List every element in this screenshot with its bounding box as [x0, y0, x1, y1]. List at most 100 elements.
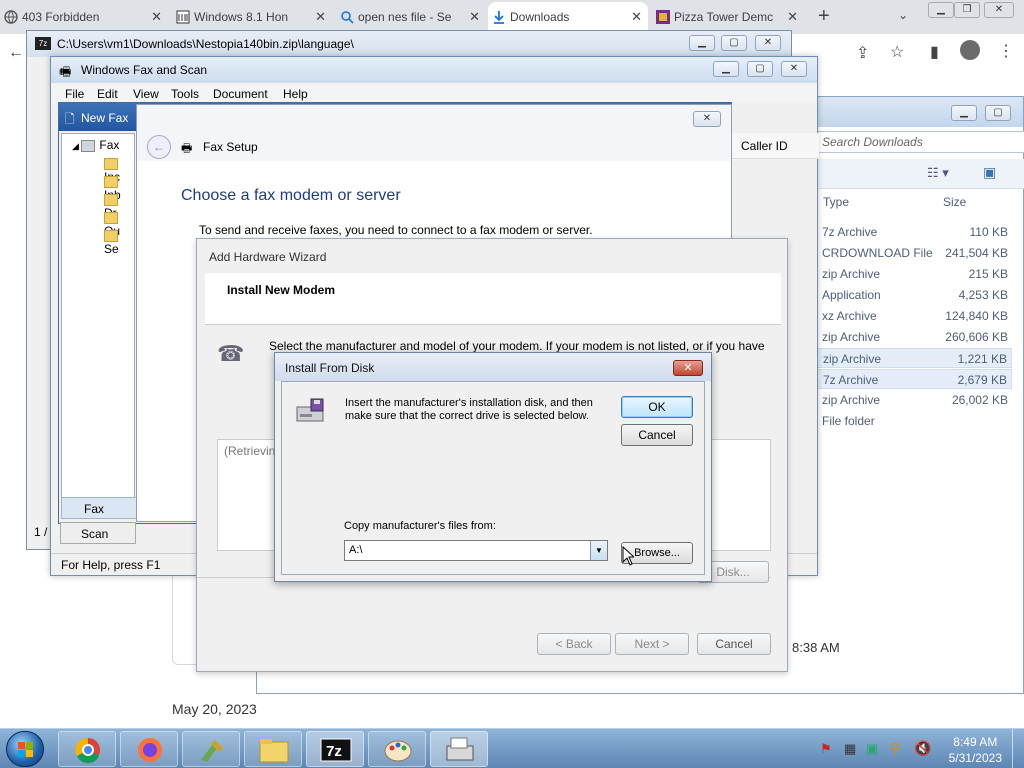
tab-fax[interactable]: Fax	[61, 497, 137, 519]
taskbar-7zip[interactable]: 7z	[306, 731, 364, 767]
modem-icon: ☎	[217, 341, 245, 366]
column-header-size[interactable]: Size	[943, 195, 966, 209]
back-button[interactable]: < Back	[537, 633, 611, 655]
svg-text:7z: 7z	[326, 743, 342, 760]
back-arrow-icon[interactable]: ←	[147, 135, 171, 159]
close-tab-icon[interactable]: ✕	[631, 9, 642, 25]
file-row[interactable]: zip Archive 26,002 KB	[816, 390, 1012, 410]
sevenzip-titlebar: 7z C:\Users\vm1\Downloads\Nestopia140bin…	[27, 31, 791, 57]
minimize-button[interactable]: ▁	[713, 61, 739, 77]
close-tab-icon[interactable]: ✕	[469, 9, 480, 25]
file-size: 110 KB	[969, 225, 1008, 239]
dialog-title: Install From Disk	[275, 353, 711, 381]
file-row[interactable]: zip Archive 215 KB	[816, 264, 1012, 284]
network-icon[interactable]: ▦	[844, 741, 856, 757]
menu-edit[interactable]: Edit	[97, 87, 118, 101]
volume-muted-icon[interactable]: 🔇	[914, 740, 931, 757]
tab-pizza-tower[interactable]: Pizza Tower Demc ✕	[652, 2, 804, 32]
file-row[interactable]: Application 4,253 KB	[816, 285, 1012, 305]
view-options-icon[interactable]: ☷ ▾	[927, 165, 949, 181]
close-button[interactable]: ✕	[781, 61, 807, 77]
chrome-tab-strip: 403 Forbidden ✕ Windows 8.1 Hon ✕ open n…	[0, 0, 1024, 34]
more-vert-icon[interactable]: ⋮	[998, 41, 1014, 61]
tab-label: open nes file - Se	[358, 10, 452, 24]
taskbar-paint[interactable]	[368, 731, 426, 767]
taskbar-firefox[interactable]	[120, 731, 178, 767]
preview-pane-icon[interactable]: ▣	[983, 164, 996, 181]
file-row[interactable]: 7z Archive 110 KB	[816, 222, 1012, 242]
file-row[interactable]: xz Archive 124,840 KB	[816, 306, 1012, 326]
setup-description: To send and receive faxes, you need to c…	[199, 223, 593, 237]
ok-button[interactable]: OK	[621, 396, 693, 418]
new-tab-button[interactable]: +	[818, 5, 830, 28]
cancel-button[interactable]: Cancel	[621, 424, 693, 446]
file-row[interactable]: 7z Archive 2,679 KB	[816, 369, 1012, 389]
star-icon[interactable]: ☆	[890, 42, 904, 62]
close-tab-icon[interactable]: ✕	[151, 9, 162, 25]
minimize-button[interactable]: ▁	[928, 2, 954, 18]
maximize-button[interactable]: ▢	[747, 61, 773, 77]
dropdown-arrow-icon[interactable]: ▼	[590, 541, 607, 560]
show-desktop-button[interactable]	[1012, 729, 1024, 768]
search-input[interactable]: Search Downloads	[817, 131, 1024, 153]
minimize-button[interactable]: ▁	[951, 105, 977, 121]
download-date: May 20, 2023	[172, 701, 257, 717]
tree-fax-root[interactable]: ◢ Fax	[72, 138, 119, 152]
close-icon[interactable]: ✕	[673, 360, 703, 376]
fax-icon: 🗋	[65, 112, 75, 126]
taskbar-explorer[interactable]	[244, 731, 302, 767]
file-row[interactable]: zip Archive 1,221 KB	[816, 348, 1012, 368]
menu-tools[interactable]: Tools	[171, 87, 199, 101]
maximize-button[interactable]: ❐	[954, 2, 980, 18]
fax-icon	[81, 139, 96, 152]
tab-downloads[interactable]: Downloads ✕	[488, 2, 648, 32]
file-type: zip Archive	[823, 352, 882, 366]
file-size: 124,840 KB	[945, 309, 1008, 323]
taskbar-chrome[interactable]	[58, 731, 116, 767]
tray-app-icon[interactable]: ▣	[866, 741, 878, 757]
tab-open-nes-file[interactable]: open nes file - Se ✕	[336, 2, 486, 32]
column-header-caller-id[interactable]: Caller ID	[731, 133, 819, 159]
copy-from-label: Copy manufacturer's files from:	[344, 520, 496, 532]
taskbar-tools[interactable]	[182, 731, 240, 767]
back-arrow-icon[interactable]: ←	[8, 44, 24, 62]
file-row[interactable]: CRDOWNLOAD File 241,504 KB	[816, 243, 1012, 263]
window-title: New Fax	[81, 111, 129, 125]
tab-scan[interactable]: Scan	[60, 522, 136, 544]
next-button[interactable]: Next >	[615, 633, 689, 655]
cancel-button[interactable]: Cancel	[697, 633, 771, 655]
menu-document[interactable]: Document	[213, 87, 268, 101]
setup-header: ← 🖶 Fax Setup	[137, 105, 731, 161]
sidepanel-icon[interactable]: ▮	[930, 42, 939, 62]
tab-403-forbidden[interactable]: 403 Forbidden ✕	[0, 2, 168, 32]
search-tray-icon[interactable]: ⚲	[890, 740, 900, 757]
file-row[interactable]: zip Archive 260,606 KB	[816, 327, 1012, 347]
file-row[interactable]: File folder	[816, 411, 1012, 431]
maximize-button[interactable]: ▢	[985, 105, 1011, 121]
minimize-button[interactable]: ▁	[689, 35, 715, 51]
close-button[interactable]: ✕	[755, 35, 781, 51]
taskbar-fax-scan[interactable]	[430, 731, 488, 767]
tab-windows-81[interactable]: Windows 8.1 Hon ✕	[172, 2, 332, 32]
menu-view[interactable]: View	[133, 87, 159, 101]
menu-help[interactable]: Help	[283, 87, 308, 101]
action-center-icon[interactable]: ⚑	[820, 741, 832, 757]
close-button[interactable]: ✕	[693, 111, 721, 127]
menu-file[interactable]: File	[65, 87, 84, 101]
file-type: zip Archive	[822, 267, 881, 281]
chevron-down-icon[interactable]: ⌄	[898, 8, 908, 22]
path-value[interactable]: A:\	[349, 544, 362, 556]
maximize-button[interactable]: ▢	[721, 35, 747, 51]
column-header-type[interactable]: Type	[823, 195, 849, 209]
close-window-button[interactable]: ✕	[984, 2, 1014, 18]
close-tab-icon[interactable]: ✕	[787, 9, 798, 25]
avatar[interactable]	[960, 40, 980, 60]
folder-icon	[104, 229, 118, 242]
tree-sent[interactable]: Se	[104, 228, 134, 256]
wizard-title: Add Hardware Wizard	[197, 239, 787, 273]
start-button[interactable]	[6, 731, 44, 767]
close-tab-icon[interactable]: ✕	[315, 9, 326, 25]
path-combobox[interactable]: A:\ ▼	[344, 540, 608, 561]
share-icon[interactable]: ⇪	[856, 43, 869, 63]
system-clock[interactable]: 8:49 AM 5/31/2023	[949, 734, 1002, 766]
